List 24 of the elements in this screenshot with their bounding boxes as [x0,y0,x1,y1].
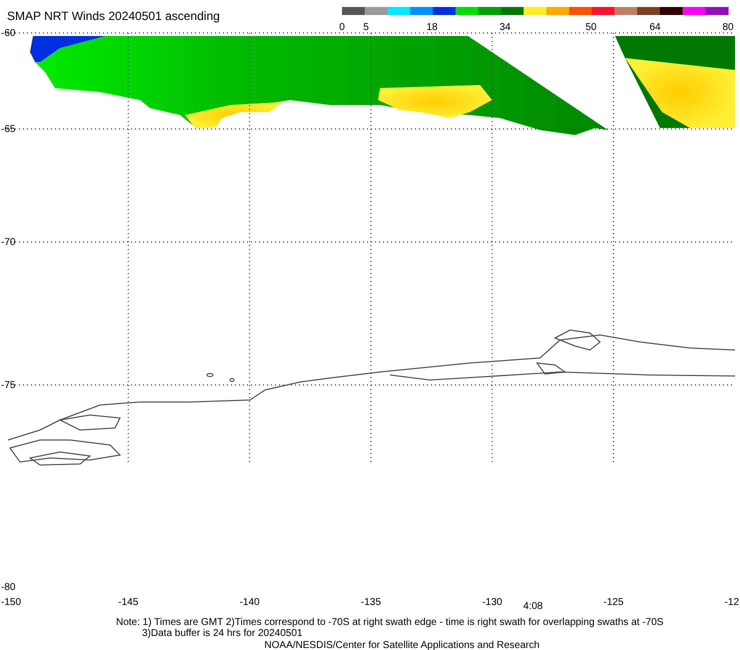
note-text: 3)Data buffer is 24 hrs for 20240501 [142,628,302,639]
latitude-label: -60 [1,28,16,39]
note-text: Note: 1) Times are GMT 2)Times correspond to -70S at right swath edge - time is right swath for overlapping swaths at -70S [116,617,664,628]
longitude-label: -12 [724,597,739,608]
scale-label: 80 [722,22,734,33]
credit-text: NOAA/NESDIS/Center for Satellite Applications and Research [264,640,540,650]
longitude-label: -130 [482,597,502,608]
time-label: 4:08 [523,601,543,612]
latitude-label: -80 [1,582,16,593]
scale-label: 18 [426,22,438,33]
scale-label: 5 [363,22,369,33]
latitude-label: -65 [1,124,16,135]
scale-label: 34 [499,22,511,33]
map-title: SMAP NRT Winds 20240501 ascending [7,9,220,23]
longitude-label: -150 [1,597,22,608]
scale-label: 64 [649,22,661,33]
longitude-label: -135 [360,597,381,608]
scale-label: 0 [339,22,345,33]
longitude-label: -125 [604,597,624,608]
latitude-label: -75 [1,380,16,391]
longitude-label: -145 [118,597,138,608]
longitude-label: -140 [240,597,260,608]
scale-label: 50 [585,22,597,33]
latitude-label: -70 [1,237,16,248]
